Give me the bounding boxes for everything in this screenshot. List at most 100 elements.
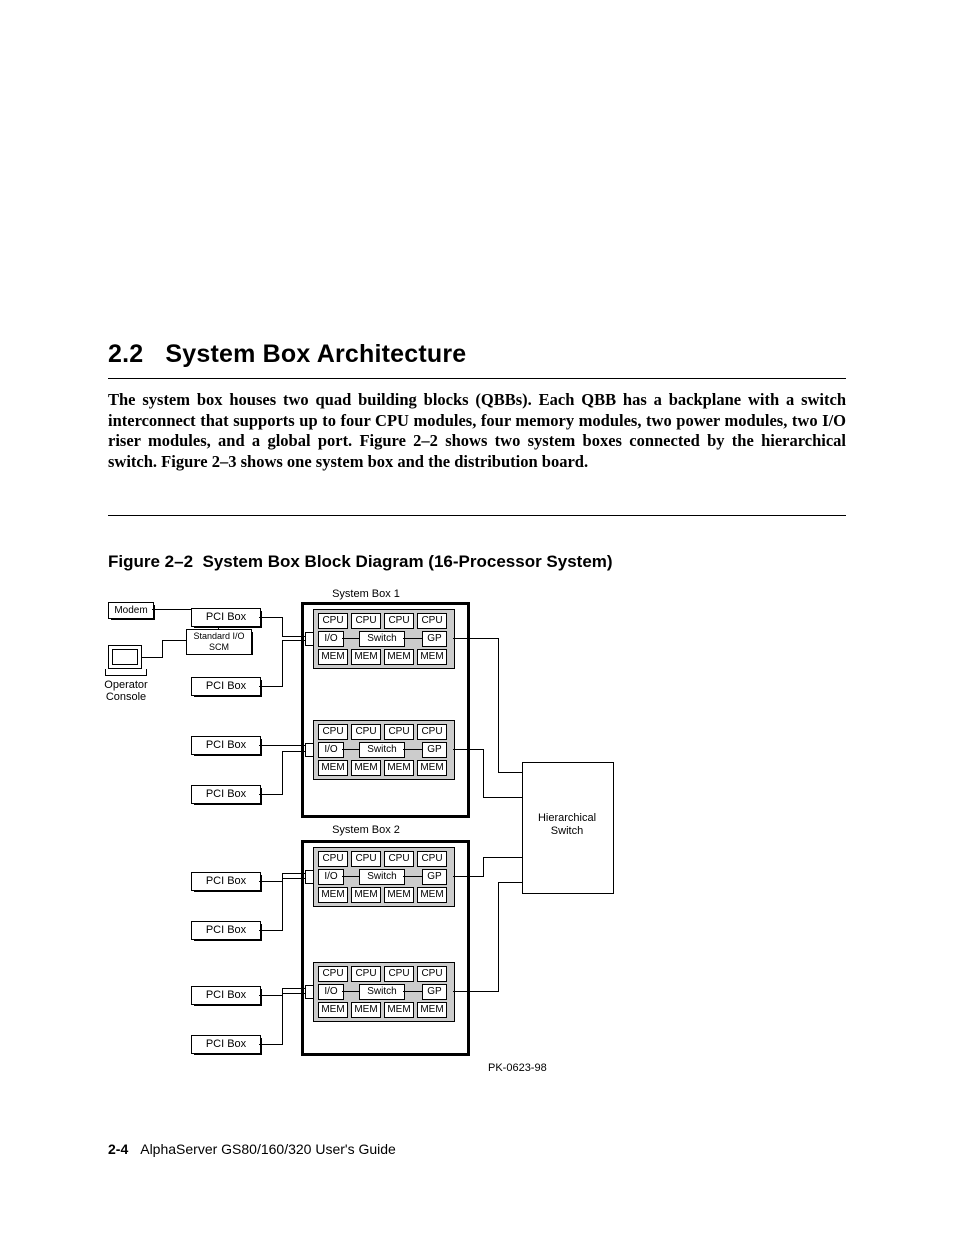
wire	[282, 878, 305, 879]
io-chip: I/O	[318, 984, 344, 1000]
io-port	[305, 985, 314, 999]
wire	[453, 991, 498, 992]
wire	[342, 638, 359, 639]
wire	[498, 882, 522, 883]
page-footer: 2-4 AlphaServer GS80/160/320 User's Guide	[108, 1141, 396, 1157]
pci-box-7: PCI Box	[191, 986, 261, 1005]
mem-chip: MEM	[384, 887, 414, 903]
cpu-chip: CPU	[318, 966, 348, 982]
console-screen-inner	[112, 649, 138, 665]
io-chip: I/O	[318, 869, 344, 885]
io-chip: I/O	[318, 742, 344, 758]
wire	[403, 876, 422, 877]
modem-box: Modem	[108, 602, 154, 619]
hs-label: Hierarchical Switch	[522, 812, 612, 838]
cpu-chip: CPU	[351, 613, 381, 629]
cpu-chip: CPU	[417, 851, 447, 867]
switch-chip: Switch	[359, 869, 405, 885]
mem-chip: MEM	[417, 760, 447, 776]
mem-chip: MEM	[384, 1002, 414, 1018]
wire	[483, 857, 484, 877]
sysbox2-label: System Box 2	[321, 824, 411, 836]
page-number: 2-4	[108, 1141, 128, 1157]
wire	[259, 617, 282, 618]
sysbox1-label: System Box 1	[321, 588, 411, 600]
wire	[282, 617, 283, 636]
figure-caption: Figure 2–2 System Box Block Diagram (16-…	[108, 552, 613, 572]
cpu-chip: CPU	[351, 966, 381, 982]
switch-chip: Switch	[359, 984, 405, 1000]
cpu-chip: CPU	[318, 851, 348, 867]
wire	[282, 751, 283, 795]
io-chip: I/O	[318, 631, 344, 647]
mem-chip: MEM	[417, 1002, 447, 1018]
cpu-chip: CPU	[318, 724, 348, 740]
cpu-chip: CPU	[417, 724, 447, 740]
pci-box-2: PCI Box	[191, 677, 261, 696]
pci-box-1: PCI Box	[191, 608, 261, 627]
wire	[162, 640, 186, 641]
mem-chip: MEM	[417, 887, 447, 903]
mem-chip: MEM	[318, 1002, 348, 1018]
switch-chip: Switch	[359, 631, 405, 647]
wire	[342, 749, 359, 750]
mem-chip: MEM	[384, 649, 414, 665]
wire	[453, 638, 498, 639]
wire	[498, 772, 522, 773]
wire	[453, 876, 483, 877]
cpu-chip: CPU	[351, 851, 381, 867]
wire	[342, 991, 359, 992]
wire	[282, 878, 283, 931]
rule-top	[108, 378, 846, 379]
gp-chip: GP	[422, 631, 447, 647]
gp-chip: GP	[422, 984, 447, 1000]
switch-chip: Switch	[359, 742, 405, 758]
cpu-chip: CPU	[417, 613, 447, 629]
pci-box-8: PCI Box	[191, 1035, 261, 1054]
wire	[282, 993, 305, 994]
gp-chip: GP	[422, 742, 447, 758]
wire	[259, 1044, 282, 1045]
cpu-chip: CPU	[318, 613, 348, 629]
mem-chip: MEM	[318, 649, 348, 665]
wire	[498, 638, 499, 772]
wire	[282, 640, 305, 641]
wire	[282, 636, 305, 637]
wire	[483, 857, 522, 858]
pci-box-6: PCI Box	[191, 921, 261, 940]
block-diagram: System Box 1 Modem Standard I/O SCM Oper…	[108, 582, 668, 1114]
io-port	[305, 743, 314, 757]
console-label: Operator Console	[100, 679, 152, 703]
mem-chip: MEM	[351, 887, 381, 903]
wire	[259, 930, 282, 931]
wire	[259, 794, 282, 795]
wire	[142, 657, 162, 658]
wire	[453, 749, 483, 750]
cpu-chip: CPU	[384, 851, 414, 867]
mem-chip: MEM	[318, 887, 348, 903]
cpu-chip: CPU	[384, 724, 414, 740]
wire	[259, 995, 282, 996]
gp-chip: GP	[422, 869, 447, 885]
console-keyboard	[105, 669, 147, 676]
rule-bottom	[108, 515, 846, 516]
doc-title: AlphaServer GS80/160/320 User's Guide	[140, 1141, 396, 1157]
wire	[259, 745, 305, 746]
mem-chip: MEM	[351, 649, 381, 665]
wire	[403, 638, 422, 639]
cpu-chip: CPU	[417, 966, 447, 982]
wire	[282, 640, 283, 687]
mem-chip: MEM	[384, 760, 414, 776]
io-port	[305, 632, 314, 646]
wire	[282, 993, 283, 1045]
mem-chip: MEM	[318, 760, 348, 776]
cpu-chip: CPU	[384, 966, 414, 982]
stdio-box: Standard I/O SCM	[186, 629, 252, 655]
mem-chip: MEM	[351, 1002, 381, 1018]
pci-box-4: PCI Box	[191, 785, 261, 804]
section-number: 2.2	[108, 340, 143, 368]
intro-paragraph: The system box houses two quad building …	[108, 390, 846, 473]
figure-label: Figure 2–2	[108, 552, 193, 571]
wire	[498, 882, 499, 992]
pci-box-3: PCI Box	[191, 736, 261, 755]
